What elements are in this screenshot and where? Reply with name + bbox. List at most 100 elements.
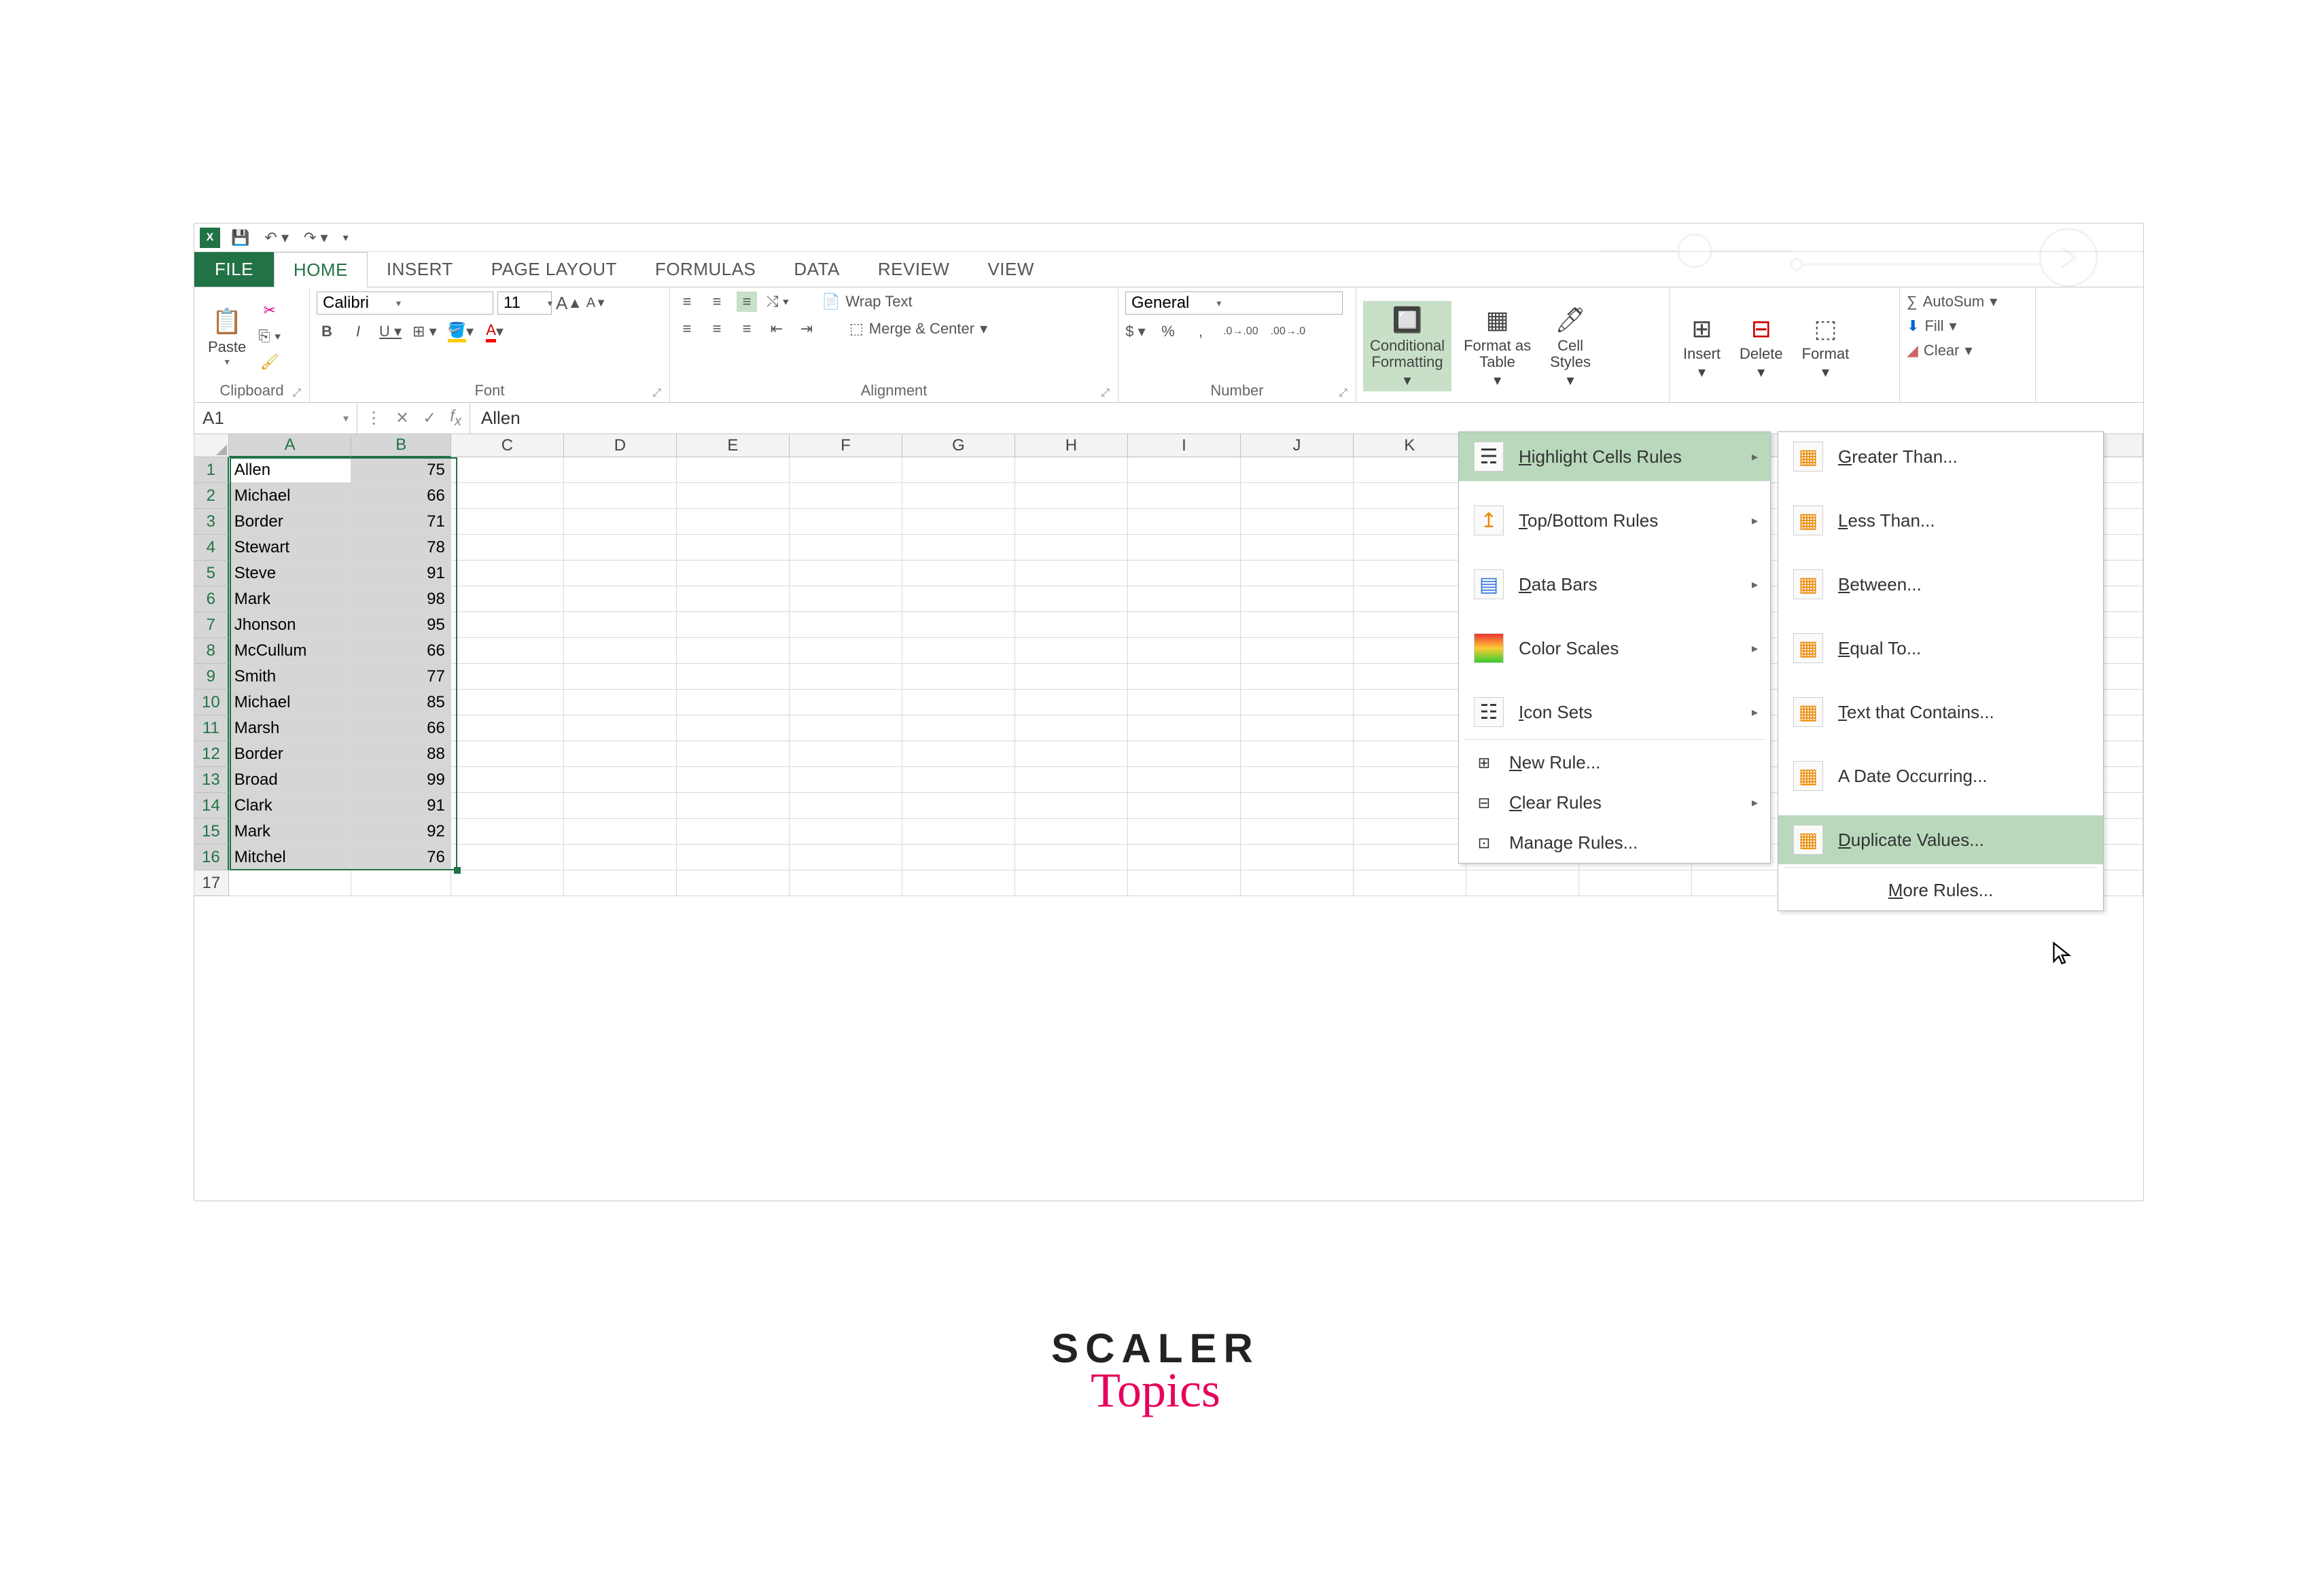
cell-A6[interactable]: Mark <box>229 586 352 612</box>
cell-B17[interactable] <box>351 870 451 896</box>
fill-color-button[interactable]: 🪣 ▾ <box>448 321 474 342</box>
cell-C3[interactable] <box>451 509 564 535</box>
cell-H12[interactable] <box>1015 741 1128 767</box>
cell-I8[interactable] <box>1128 638 1241 664</box>
cancel-formula-icon[interactable]: ✕ <box>395 408 409 428</box>
formula-input[interactable]: Allen <box>470 403 2143 433</box>
cell-J9[interactable] <box>1241 664 1354 690</box>
cell-C11[interactable] <box>451 715 564 741</box>
alignment-launcher-icon[interactable]: ⤢ <box>1101 387 1110 400</box>
cell-K9[interactable] <box>1354 664 1466 690</box>
cell-B8[interactable]: 66 <box>351 638 451 664</box>
cell-A9[interactable]: Smith <box>229 664 352 690</box>
cell-J13[interactable] <box>1241 767 1354 793</box>
cell-J8[interactable] <box>1241 638 1354 664</box>
row-header-13[interactable]: 13 <box>194 767 229 793</box>
cell-G14[interactable] <box>902 793 1015 819</box>
cell-K13[interactable] <box>1354 767 1466 793</box>
cell-D9[interactable] <box>564 664 677 690</box>
cell-J2[interactable] <box>1241 483 1354 509</box>
tab-review[interactable]: REVIEW <box>859 252 969 287</box>
cell-I3[interactable] <box>1128 509 1241 535</box>
font-color-button[interactable]: A ▾ <box>484 321 505 342</box>
cell-H15[interactable] <box>1015 819 1128 845</box>
cell-I12[interactable] <box>1128 741 1241 767</box>
cell-B1[interactable]: 75 <box>351 457 451 483</box>
cell-J12[interactable] <box>1241 741 1354 767</box>
undo-icon[interactable]: ↶ ▾ <box>260 229 293 247</box>
cell-J4[interactable] <box>1241 535 1354 561</box>
cell-E12[interactable] <box>677 741 790 767</box>
cell-G10[interactable] <box>902 690 1015 715</box>
align-right-icon[interactable]: ≡ <box>737 319 757 339</box>
cell-J5[interactable] <box>1241 561 1354 586</box>
cell-A10[interactable]: Michael <box>229 690 352 715</box>
row-header-16[interactable]: 16 <box>194 845 229 870</box>
comma-format-icon[interactable]: , <box>1190 321 1211 342</box>
menu-less-than[interactable]: ▦ Less Than... <box>1778 496 2103 545</box>
cell-A7[interactable]: Jhonson <box>229 612 352 638</box>
cell-I5[interactable] <box>1128 561 1241 586</box>
cell-J3[interactable] <box>1241 509 1354 535</box>
cell-C10[interactable] <box>451 690 564 715</box>
cell-F11[interactable] <box>790 715 902 741</box>
menu-manage-rules[interactable]: ⊡ Manage Rules... <box>1459 823 1770 863</box>
cell-E15[interactable] <box>677 819 790 845</box>
cell-B12[interactable]: 88 <box>351 741 451 767</box>
cell-B5[interactable]: 91 <box>351 561 451 586</box>
format-painter-icon[interactable]: 🖌 <box>258 352 281 372</box>
cell-K4[interactable] <box>1354 535 1466 561</box>
menu-highlight-cells-rules[interactable]: ☴ Highlight Cells Rules ▸ <box>1459 432 1770 481</box>
formula-more-icon[interactable]: ⋮ <box>366 408 382 428</box>
merge-center-button[interactable]: ⬚ Merge & Center ▾ <box>849 319 987 339</box>
cell-E4[interactable] <box>677 535 790 561</box>
cell-D10[interactable] <box>564 690 677 715</box>
cell-G1[interactable] <box>902 457 1015 483</box>
cell-B2[interactable]: 66 <box>351 483 451 509</box>
cell-H2[interactable] <box>1015 483 1128 509</box>
cell-H5[interactable] <box>1015 561 1128 586</box>
underline-button[interactable]: U ▾ <box>379 321 402 342</box>
cell-G8[interactable] <box>902 638 1015 664</box>
cell-D5[interactable] <box>564 561 677 586</box>
cell-D2[interactable] <box>564 483 677 509</box>
cell-F6[interactable] <box>790 586 902 612</box>
cell-F15[interactable] <box>790 819 902 845</box>
menu-duplicate-values[interactable]: ▦ Duplicate Values... <box>1778 815 2103 864</box>
cell-G15[interactable] <box>902 819 1015 845</box>
column-header-K[interactable]: K <box>1354 434 1466 457</box>
cell-K3[interactable] <box>1354 509 1466 535</box>
column-header-H[interactable]: H <box>1015 434 1128 457</box>
cell-G2[interactable] <box>902 483 1015 509</box>
cell-A17[interactable] <box>229 870 352 896</box>
cell-F17[interactable] <box>790 870 902 896</box>
cell-D7[interactable] <box>564 612 677 638</box>
cell-E8[interactable] <box>677 638 790 664</box>
cell-E17[interactable] <box>677 870 790 896</box>
cell-C17[interactable] <box>451 870 564 896</box>
cell-K2[interactable] <box>1354 483 1466 509</box>
cell-A14[interactable]: Clark <box>229 793 352 819</box>
cell-G11[interactable] <box>902 715 1015 741</box>
orientation-icon[interactable]: ⤭ ▾ <box>766 291 789 312</box>
increase-decimal-icon[interactable]: .0→.00 <box>1223 321 1258 342</box>
cell-C9[interactable] <box>451 664 564 690</box>
cell-D12[interactable] <box>564 741 677 767</box>
cell-C4[interactable] <box>451 535 564 561</box>
cell-A13[interactable]: Broad <box>229 767 352 793</box>
cell-I17[interactable] <box>1128 870 1241 896</box>
cell-A12[interactable]: Border <box>229 741 352 767</box>
cell-A5[interactable]: Steve <box>229 561 352 586</box>
cell-D17[interactable] <box>564 870 677 896</box>
cell-K14[interactable] <box>1354 793 1466 819</box>
cell-F16[interactable] <box>790 845 902 870</box>
cell-B3[interactable]: 71 <box>351 509 451 535</box>
cell-H10[interactable] <box>1015 690 1128 715</box>
cell-F14[interactable] <box>790 793 902 819</box>
cell-G5[interactable] <box>902 561 1015 586</box>
align-left-icon[interactable]: ≡ <box>677 319 697 339</box>
column-header-A[interactable]: A <box>229 434 352 457</box>
paste-button[interactable]: 📋 Paste ▾ <box>201 302 253 370</box>
fill-button[interactable]: ⬇ Fill ▾ <box>1907 316 1957 336</box>
menu-icon-sets[interactable]: ☷ Icon Sets ▸ <box>1459 688 1770 737</box>
